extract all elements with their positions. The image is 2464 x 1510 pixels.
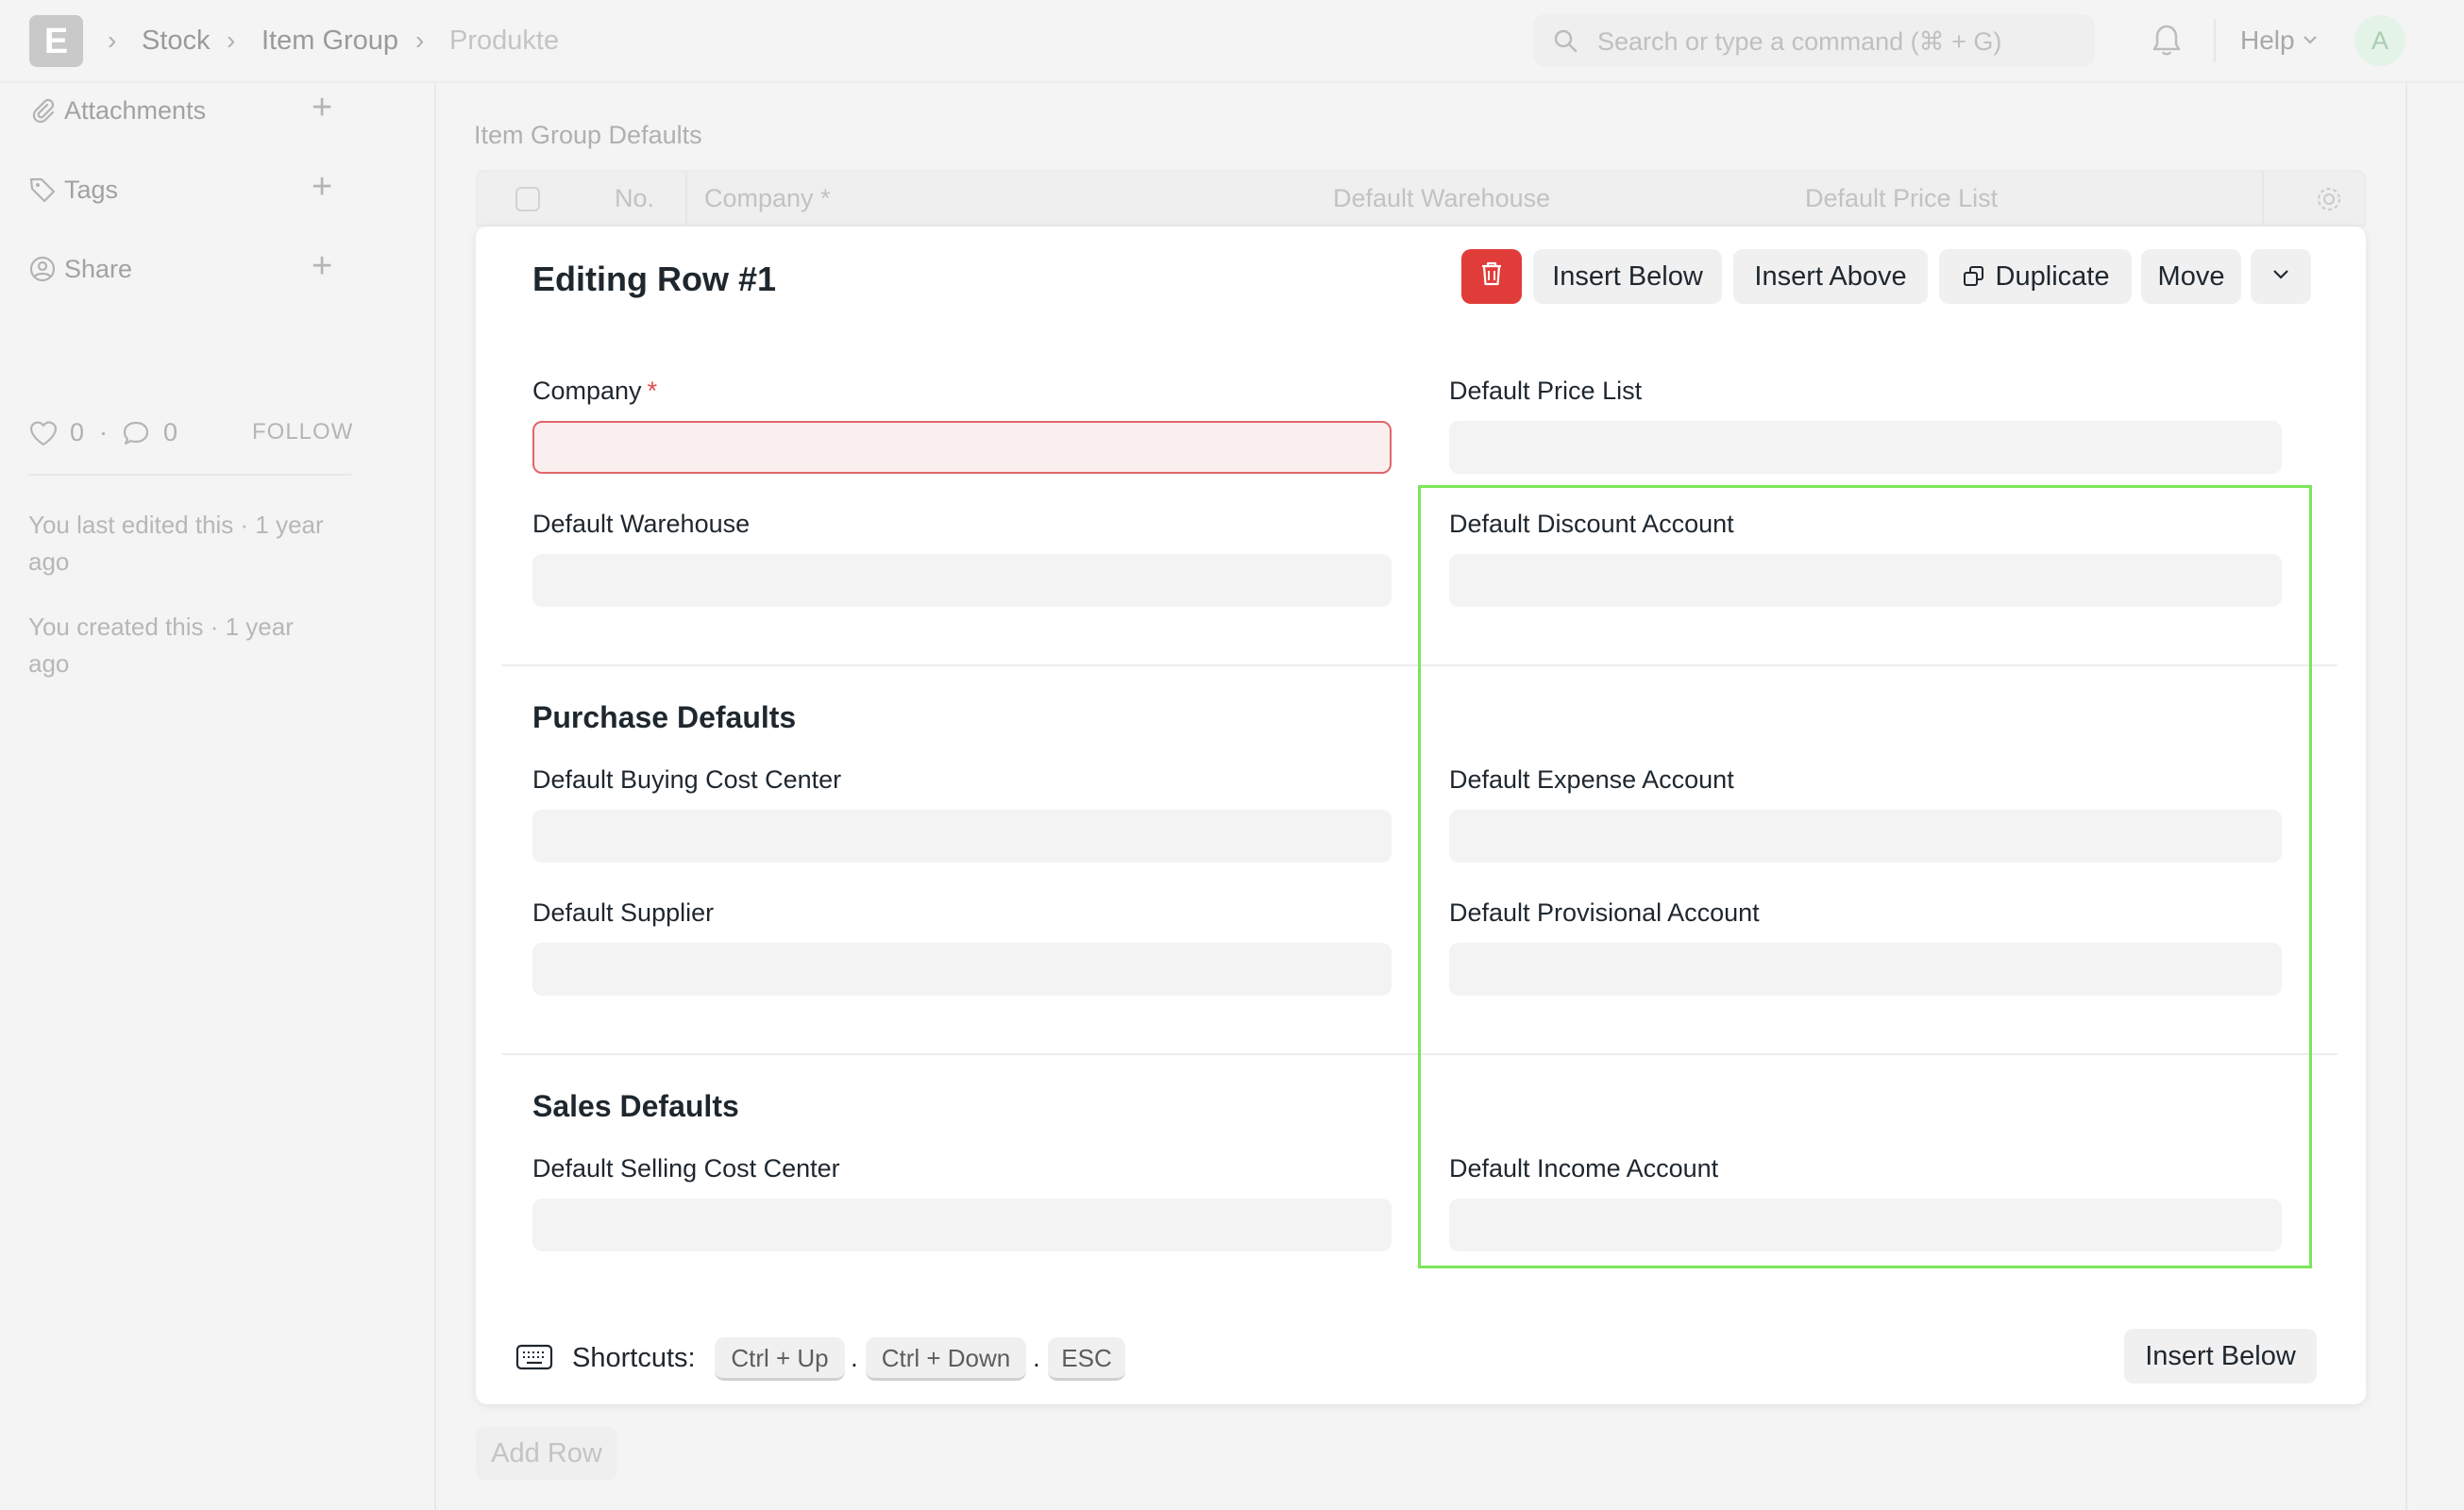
navbar-divider xyxy=(2214,19,2216,62)
sidebar-item-label: Attachments xyxy=(64,96,207,125)
breadcrumb-current[interactable]: Produkte xyxy=(449,25,559,57)
keyboard-icon xyxy=(515,1342,553,1377)
default-discount-account-label: Default Discount Account xyxy=(1449,510,1734,538)
navbar: E › Stock › Item Group › Produkte Search… xyxy=(0,0,2464,83)
search-bar[interactable]: Search or type a command (⌘ + G) xyxy=(1533,14,2095,67)
grid-header: No. Company * Default Warehouse Default … xyxy=(476,170,2366,226)
section-label-item-group-defaults: Item Group Defaults xyxy=(474,121,702,149)
help-menu[interactable]: Help xyxy=(2240,25,2295,57)
delete-row-button[interactable] xyxy=(1461,249,1522,304)
shortcut-separator: . xyxy=(1033,1343,1040,1372)
default-selling-cost-center-label: Default Selling Cost Center xyxy=(532,1154,840,1183)
sales-defaults-heading: Sales Defaults xyxy=(532,1089,739,1123)
default-provisional-account-field[interactable] xyxy=(1449,943,2282,996)
last-edited-note: You last edited this · 1 year ago xyxy=(28,511,324,576)
sidebar-item-share[interactable]: Share + xyxy=(28,248,349,288)
column-separator xyxy=(2262,172,2264,225)
default-income-account-field[interactable] xyxy=(1449,1199,2282,1251)
default-buying-cost-center-label: Default Buying Cost Center xyxy=(532,765,842,794)
logo-letter: E xyxy=(43,21,69,61)
default-income-account-label: Default Income Account xyxy=(1449,1154,1719,1183)
insert-below-button[interactable]: Insert Below xyxy=(1533,249,1722,304)
add-share-icon[interactable]: + xyxy=(312,248,332,284)
follow-button[interactable]: FOLLOW xyxy=(252,419,353,445)
stat-separator: · xyxy=(99,418,108,446)
add-row-button[interactable]: Add Row xyxy=(476,1427,617,1480)
default-provisional-account-label: Default Provisional Account xyxy=(1449,898,1760,927)
default-expense-account-field[interactable] xyxy=(1449,810,2282,863)
duplicate-label: Duplicate xyxy=(1995,260,2110,292)
content-border xyxy=(2405,83,2407,1510)
shortcut-key-ctrl-down: Ctrl + Down xyxy=(866,1337,1026,1381)
required-mark: * xyxy=(647,377,658,405)
chevron-right-icon: › xyxy=(108,25,117,55)
search-icon xyxy=(1552,27,1578,59)
sidebar-divider xyxy=(28,474,351,476)
col-header-company: Company * xyxy=(704,184,831,212)
created-note: You created this · 1 year ago xyxy=(28,612,294,678)
shortcut-key-ctrl-up: Ctrl + Up xyxy=(715,1337,845,1381)
section-divider xyxy=(502,1053,2337,1055)
col-header-price-list: Default Price List xyxy=(1805,184,1999,212)
tag-icon xyxy=(28,176,57,209)
panel-title: Editing Row #1 xyxy=(532,260,777,298)
breadcrumb-item-group[interactable]: Item Group xyxy=(262,25,398,57)
comment-icon[interactable] xyxy=(121,419,151,452)
move-button[interactable]: Move xyxy=(2141,249,2241,304)
app-logo[interactable]: E xyxy=(29,15,83,67)
trash-icon xyxy=(1479,260,1504,294)
default-warehouse-label: Default Warehouse xyxy=(532,510,751,538)
add-tag-icon[interactable]: + xyxy=(312,169,332,205)
more-options-button[interactable] xyxy=(2251,249,2311,304)
chevron-down-icon[interactable] xyxy=(2301,30,2320,54)
sidebar-item-label: Tags xyxy=(64,176,119,204)
sidebar-item-attachments[interactable]: Attachments + xyxy=(28,90,349,129)
chevron-right-icon: › xyxy=(227,25,236,55)
shortcut-key-esc: ESC xyxy=(1048,1337,1125,1381)
sidebar-item-label: Share xyxy=(64,255,133,283)
insert-above-button[interactable]: Insert Above xyxy=(1733,249,1928,304)
avatar[interactable]: A xyxy=(2354,15,2405,66)
sidebar-item-tags[interactable]: Tags + xyxy=(28,169,349,209)
default-supplier-field[interactable] xyxy=(532,943,1392,996)
column-separator xyxy=(685,172,687,225)
duplicate-button[interactable]: Duplicate xyxy=(1939,249,2132,304)
row-edit-panel: Editing Row #1 Insert Below Insert Above… xyxy=(476,226,2366,1404)
default-buying-cost-center-field[interactable] xyxy=(532,810,1392,863)
comment-count: 0 xyxy=(163,418,178,446)
footer-insert-below-button[interactable]: Insert Below xyxy=(2124,1329,2317,1384)
add-attachment-icon[interactable]: + xyxy=(312,90,332,126)
chevron-down-icon xyxy=(2270,262,2292,291)
bell-icon[interactable] xyxy=(2151,23,2183,63)
content-border xyxy=(434,83,436,1510)
chevron-right-icon: › xyxy=(415,25,425,55)
company-field[interactable] xyxy=(532,421,1392,474)
breadcrumb-stock[interactable]: Stock xyxy=(142,25,211,57)
shortcuts-label: Shortcuts: xyxy=(572,1343,696,1373)
default-expense-account-label: Default Expense Account xyxy=(1449,765,1734,794)
col-header-warehouse: Default Warehouse xyxy=(1333,184,1551,212)
heart-icon[interactable] xyxy=(28,419,59,452)
gear-icon[interactable] xyxy=(2315,185,2343,218)
search-placeholder: Search or type a command (⌘ + G) xyxy=(1597,27,2002,56)
paperclip-icon xyxy=(28,96,57,129)
default-price-list-label: Default Price List xyxy=(1449,377,1643,405)
section-divider xyxy=(502,664,2337,666)
default-discount-account-field[interactable] xyxy=(1449,554,2282,607)
like-count: 0 xyxy=(70,418,85,446)
shortcut-separator: . xyxy=(851,1343,858,1372)
copy-icon xyxy=(1962,264,1986,289)
default-price-list-field[interactable] xyxy=(1449,421,2282,474)
user-share-icon xyxy=(28,255,57,288)
default-selling-cost-center-field[interactable] xyxy=(532,1199,1392,1251)
default-supplier-label: Default Supplier xyxy=(532,898,715,927)
col-header-no: No. xyxy=(615,184,655,212)
company-label: Company * xyxy=(532,377,658,405)
default-warehouse-field[interactable] xyxy=(532,554,1392,607)
purchase-defaults-heading: Purchase Defaults xyxy=(532,700,797,734)
select-all-checkbox[interactable] xyxy=(515,187,540,211)
